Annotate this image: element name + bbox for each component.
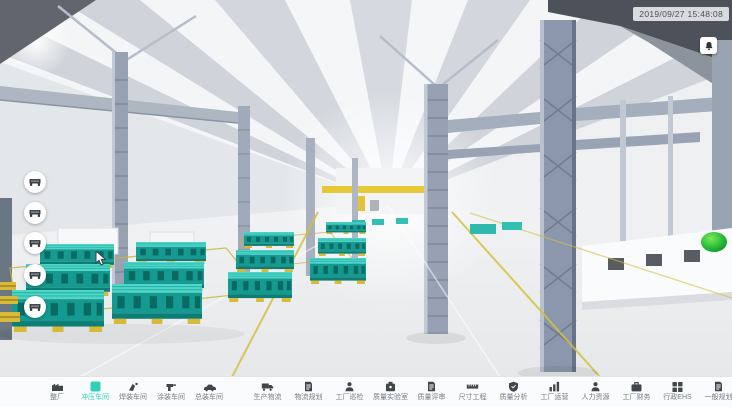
inspection-person-icon — [343, 381, 356, 392]
dimension-ruler-icon — [466, 381, 479, 392]
press-line-marker-icon — [29, 177, 41, 187]
assembly-shop-icon — [203, 381, 216, 392]
toolbar-item-stamping-shop[interactable]: 冲压车间 — [76, 377, 114, 407]
bottom-toolbar: 整厂 冲压车间 焊装车间 涂装车间 总装车间 — [0, 376, 732, 407]
toolbar-item-quality-review[interactable]: 质量评审 — [411, 377, 452, 407]
workshop-nav-group: 整厂 冲压车间 焊装车间 涂装车间 总装车间 — [38, 377, 228, 407]
quality-shield-icon — [507, 381, 520, 392]
toolbar-item-quality-analysis[interactable]: 质量分析 — [493, 377, 534, 407]
toolbar-item-quality-lab[interactable]: 质量实验室 — [370, 377, 411, 407]
hr-person-icon — [589, 381, 602, 392]
overhead-crane-beam — [322, 186, 430, 193]
toolbar-item-factory-inspection[interactable]: 工厂巡检 — [329, 377, 370, 407]
press-line-marker-3[interactable] — [24, 232, 46, 254]
quality-review-icon — [425, 381, 438, 392]
general-plan-icon — [712, 381, 725, 392]
timestamp: 2019/09/27 15:48:08 — [633, 7, 729, 21]
press-line-marker-icon — [29, 238, 41, 248]
operations-chart-icon — [548, 381, 561, 392]
toolbar-item-paint-shop[interactable]: 涂装车间 — [152, 377, 190, 407]
toolbar-item-production-logistics[interactable]: 生产物流 — [247, 377, 288, 407]
logistics-truck-icon — [261, 381, 274, 392]
logistics-plan-icon — [302, 381, 315, 392]
toolbar-item-logistics-planning[interactable]: 物流规划 — [288, 377, 329, 407]
toolbar-item-factory-operations[interactable]: 工厂运营 — [534, 377, 575, 407]
finance-briefcase-icon — [630, 381, 643, 392]
stamping-shop-icon — [89, 381, 102, 392]
toolbar-item-dimensional-engineering[interactable]: 尺寸工程 — [452, 377, 493, 407]
welding-shop-icon — [127, 381, 140, 392]
digital-twin-app: 2019/09/27 15:48:08 整厂 — [0, 0, 732, 407]
ehs-grid-icon — [671, 381, 684, 392]
press-line-marker-4[interactable] — [24, 264, 46, 286]
notification-bell-button[interactable] — [700, 37, 717, 54]
toolbar-item-factory-finance[interactable]: 工厂财务 — [616, 377, 657, 407]
green-status-object — [701, 232, 727, 252]
toolbar-item-general-planning[interactable]: 一般规划 — [698, 377, 732, 407]
toolbar-item-admin-ehs[interactable]: 行政EHS — [657, 377, 698, 407]
quality-lab-icon — [384, 381, 397, 392]
module-nav-group: 生产物流 物流规划 工厂巡检 质量实验室 质量评审 — [247, 377, 732, 407]
press-line-marker-1[interactable] — [24, 171, 46, 193]
factory-icon — [51, 381, 64, 392]
paint-shop-icon — [165, 381, 178, 392]
press-line-marker-icon — [29, 270, 41, 280]
toolbar-item-welding-shop[interactable]: 焊装车间 — [114, 377, 152, 407]
toolbar-item-human-resources[interactable]: 人力资源 — [575, 377, 616, 407]
bell-icon — [704, 41, 714, 51]
scene-3d-view[interactable] — [0, 0, 732, 377]
press-line-marker-5[interactable] — [24, 296, 46, 318]
toolbar-item-assembly-shop[interactable]: 总装车间 — [190, 377, 228, 407]
press-line-marker-icon — [29, 302, 41, 312]
press-line-marker-icon — [29, 208, 41, 218]
press-line-marker-2[interactable] — [24, 202, 46, 224]
toolbar-item-whole-plant[interactable]: 整厂 — [38, 377, 76, 407]
